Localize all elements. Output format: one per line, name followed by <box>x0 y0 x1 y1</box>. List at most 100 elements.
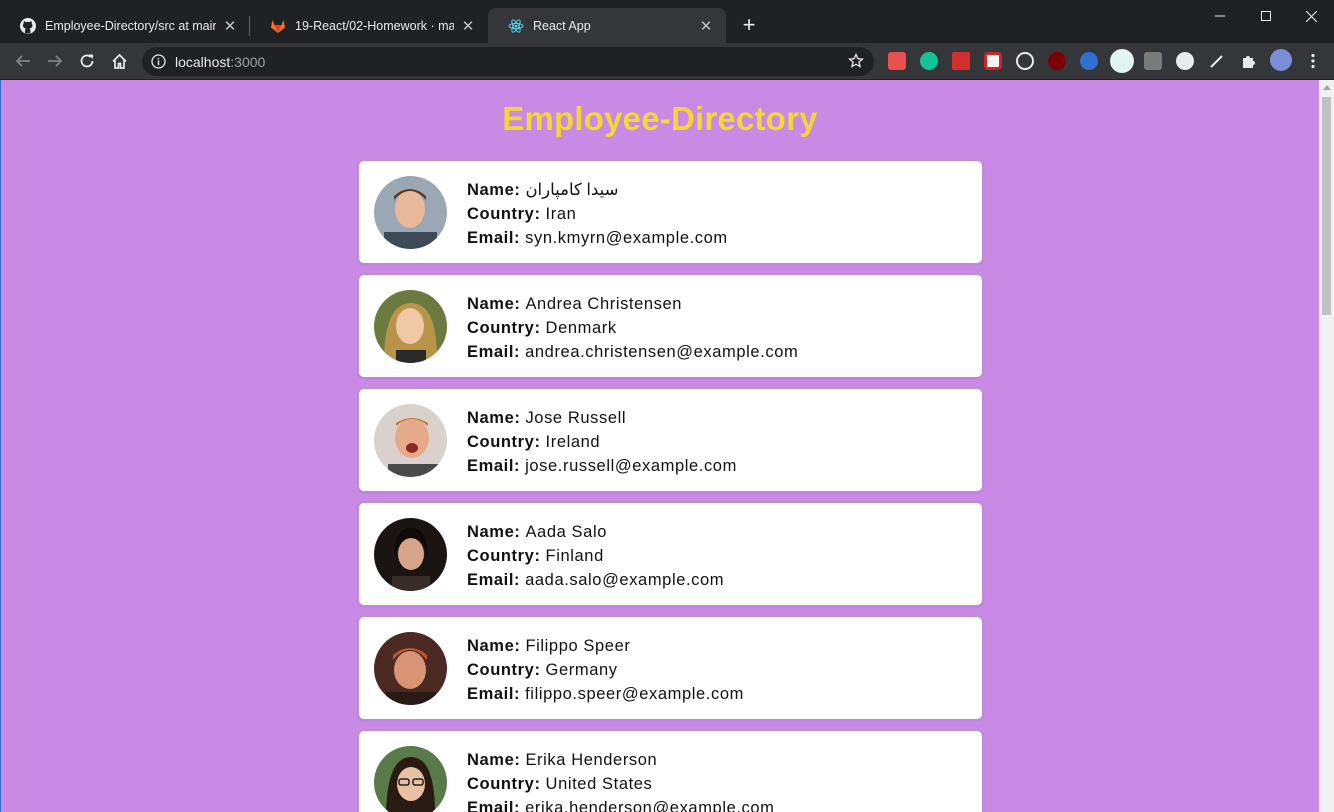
employee-card: Name: Erika Henderson Country: United Stat… <box>358 730 983 812</box>
kebab-menu-icon <box>1311 53 1315 69</box>
scrollbar-thumb[interactable] <box>1322 97 1331 315</box>
page-title: Employee-Directory <box>502 100 818 137</box>
menu-button[interactable] <box>1304 52 1322 70</box>
tab-github[interactable]: Employee-Directory/src at main · ✕ <box>0 8 250 43</box>
scroll-up-arrow-icon[interactable] <box>1323 85 1331 90</box>
employee-avatar <box>374 290 447 363</box>
email-label: Email: <box>467 685 521 703</box>
reload-icon <box>80 54 94 68</box>
extension-pen-icon[interactable] <box>1208 52 1226 70</box>
ublock-icon[interactable] <box>1048 52 1066 70</box>
bookmark-star-icon[interactable] <box>848 53 864 69</box>
employee-info: Name: Andrea Christensen Country: Denmark … <box>467 292 798 364</box>
forward-button[interactable] <box>42 48 68 74</box>
reload-button[interactable] <box>74 48 100 74</box>
tab-strip: Employee-Directory/src at main · ✕ 19-Re… <box>0 0 1334 43</box>
email-label: Email: <box>467 229 521 247</box>
email-row: Email: jose.russell@example.com <box>467 454 737 478</box>
email-row: Email: aada.salo@example.com <box>467 568 724 592</box>
country-label: Country: <box>467 661 541 679</box>
country-label: Country: <box>467 319 541 337</box>
country-row: Country: Germany <box>467 658 744 682</box>
country-label: Country: <box>467 205 541 223</box>
employee-card: Name: Jose Russell Country: Ireland Email:… <box>358 388 983 492</box>
name-label: Name: <box>467 523 521 541</box>
info-icon[interactable] <box>151 54 166 69</box>
employee-email: aada.salo@example.com <box>525 571 725 589</box>
employee-avatar <box>374 632 447 705</box>
email-row: Email: erika.henderson@example.com <box>467 796 775 812</box>
extension-puzzle-blue-icon[interactable] <box>1080 52 1098 70</box>
name-row: Name: Filippo Speer <box>467 634 744 658</box>
employee-info: Name: Erika Henderson Country: United Stat… <box>467 748 775 812</box>
employee-country: Finland <box>545 547 604 565</box>
country-label: Country: <box>467 433 541 451</box>
extension-shield-icon[interactable] <box>952 52 970 70</box>
minimize-icon <box>1215 15 1225 17</box>
back-arrow-icon <box>15 55 30 67</box>
employee-name: Aada Salo <box>525 523 607 541</box>
browser-toolbar: localhost:3000 <box>0 43 1334 80</box>
name-label: Name: <box>467 409 521 427</box>
employee-card: Name: سیدا کامپاران Country: Iran Email: sy… <box>358 160 983 264</box>
name-label: Name: <box>467 295 521 313</box>
employee-info: Name: Jose Russell Country: Ireland Email:… <box>467 406 737 478</box>
grammarly-icon[interactable] <box>920 52 938 70</box>
tab-react-app[interactable]: React App ✕ <box>488 8 726 43</box>
tab-title: Employee-Directory/src at main · <box>45 18 216 33</box>
name-label: Name: <box>467 751 521 769</box>
employee-card: Name: Filippo Speer Country: Germany Email… <box>358 616 983 720</box>
close-window-button[interactable] <box>1288 0 1334 32</box>
extension-circle-icon[interactable] <box>1176 52 1194 70</box>
employee-info: Name: Aada Salo Country: Finland Email: aad… <box>467 520 724 592</box>
email-row: Email: filippo.speer@example.com <box>467 682 744 706</box>
employee-email: erika.henderson@example.com <box>525 799 775 812</box>
close-icon[interactable]: ✕ <box>460 18 476 35</box>
name-label: Name: <box>467 181 521 199</box>
address-bar[interactable]: localhost:3000 <box>142 47 874 76</box>
extensions-puzzle-icon[interactable] <box>1240 52 1258 70</box>
page-scrollbar[interactable] <box>1319 80 1334 812</box>
country-row: Country: Denmark <box>467 316 798 340</box>
email-label: Email: <box>467 343 521 361</box>
name-row: Name: Jose Russell <box>467 406 737 430</box>
pocket-icon[interactable] <box>984 52 1002 70</box>
country-row: Country: Finland <box>467 544 724 568</box>
maximize-button[interactable] <box>1243 0 1289 32</box>
name-row: Name: Aada Salo <box>467 520 724 544</box>
extension-video-icon[interactable] <box>888 52 906 70</box>
employee-name: Jose Russell <box>525 409 627 427</box>
home-button[interactable] <box>106 48 132 74</box>
forward-arrow-icon <box>48 55 63 67</box>
employee-name: Filippo Speer <box>525 637 631 655</box>
country-row: Country: Iran <box>467 202 728 226</box>
minimize-button[interactable] <box>1197 0 1243 32</box>
name-row: Name: Erika Henderson <box>467 748 775 772</box>
employee-name: Erika Henderson <box>525 751 658 769</box>
gitlab-icon <box>270 18 286 34</box>
back-button[interactable] <box>10 48 36 74</box>
extension-off-icon[interactable] <box>1016 52 1034 70</box>
email-label: Email: <box>467 799 521 812</box>
name-row: Name: سیدا کامپاران <box>467 178 728 202</box>
url-text: localhost:3000 <box>175 54 265 70</box>
extension-tree-icon[interactable] <box>1110 49 1134 73</box>
employee-name: Andrea Christensen <box>525 295 683 313</box>
profile-avatar[interactable] <box>1270 49 1292 71</box>
employee-card: Name: Aada Salo Country: Finland Email: aad… <box>358 502 983 606</box>
new-tab-button[interactable]: + <box>737 14 761 38</box>
employee-avatar <box>374 404 447 477</box>
country-label: Country: <box>467 775 541 793</box>
employee-country: Ireland <box>545 433 601 451</box>
employee-email: syn.kmyrn@example.com <box>525 229 728 247</box>
employee-country: Iran <box>545 205 577 223</box>
email-row: Email: syn.kmyrn@example.com <box>467 226 728 250</box>
employee-email: jose.russell@example.com <box>525 457 737 475</box>
tab-gitlab[interactable]: 19-React/02-Homework · master ✕ <box>250 8 488 43</box>
name-row: Name: Andrea Christensen <box>467 292 798 316</box>
close-icon[interactable]: ✕ <box>222 18 238 35</box>
extension-grey-icon[interactable] <box>1144 52 1162 70</box>
close-icon[interactable]: ✕ <box>698 18 714 35</box>
employee-country: Denmark <box>545 319 617 337</box>
employee-avatar <box>374 176 447 249</box>
